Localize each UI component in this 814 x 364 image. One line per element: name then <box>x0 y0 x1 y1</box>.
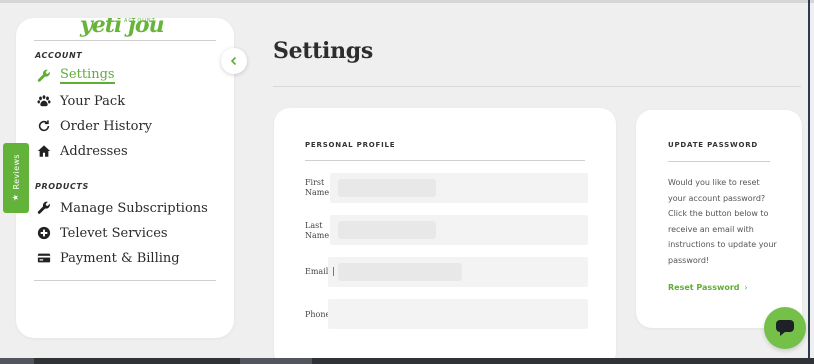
sidebar: yeti jou ACCOUNT ACCOUNT Settings Your P… <box>16 18 234 338</box>
header-divider <box>273 86 801 87</box>
chevron-right-icon: › <box>744 283 748 292</box>
sidebar-item-label: Manage Subscriptions <box>60 200 208 216</box>
chat-button[interactable] <box>764 307 806 349</box>
email-field[interactable] <box>328 257 588 287</box>
refresh-icon <box>36 118 52 134</box>
wrench-icon <box>36 200 52 216</box>
reviews-tab[interactable]: Reviews ★ <box>3 143 29 213</box>
sidebar-item-label: Payment & Billing <box>60 250 180 266</box>
paw-icon <box>36 93 52 109</box>
sidebar-item-televet-services[interactable]: Televet Services <box>36 223 168 243</box>
taskbar-segment <box>0 358 34 364</box>
last-name-field[interactable] <box>330 215 588 245</box>
sidebar-item-label: Your Pack <box>60 93 126 109</box>
taskbar-segment <box>240 358 312 364</box>
card-divider <box>668 161 770 162</box>
sidebar-item-manage-subscriptions[interactable]: Manage Subscriptions <box>36 198 208 218</box>
credit-card-icon <box>36 250 52 266</box>
personal-profile-card: PERSONAL PROFILE First Name Last Name Em… <box>274 108 616 364</box>
window-right-border <box>808 0 810 364</box>
sidebar-item-your-pack[interactable]: Your Pack <box>36 91 125 111</box>
reviews-tab-label: Reviews <box>11 153 21 190</box>
sidebar-item-order-history[interactable]: Order History <box>36 116 152 136</box>
sidebar-item-label: Order History <box>60 118 153 134</box>
sidebar-item-label: Televet Services <box>60 225 168 241</box>
sidebar-item-addresses[interactable]: Addresses <box>36 141 128 161</box>
update-password-card: UPDATE PASSWORD Would you like to reset … <box>636 110 802 328</box>
star-icon: ★ <box>11 194 21 202</box>
card-divider <box>305 160 585 161</box>
text-caret <box>333 267 334 276</box>
first-name-value <box>338 179 436 197</box>
plus-circle-icon <box>36 225 52 241</box>
update-password-description: Would you like to reset your account pas… <box>668 178 777 265</box>
card-title: UPDATE PASSWORD <box>668 141 759 149</box>
sidebar-section-account: ACCOUNT <box>35 51 83 60</box>
last-name-value <box>338 221 436 239</box>
brand-logo-sub: ACCOUNT <box>124 18 156 24</box>
sidebar-item-settings[interactable]: Settings <box>36 66 115 86</box>
sidebar-item-payment-billing[interactable]: Payment & Billing <box>36 248 180 268</box>
sidebar-item-label: Settings <box>60 67 115 84</box>
card-title: PERSONAL PROFILE <box>305 141 396 149</box>
sidebar-item-label: Addresses <box>60 143 128 159</box>
reset-password-label: Reset Password <box>668 283 740 292</box>
sidebar-section-products: PRODUCTS <box>35 182 89 191</box>
collapse-sidebar-button[interactable] <box>221 48 247 74</box>
window-top-border <box>0 0 814 3</box>
phone-field[interactable] <box>328 299 588 329</box>
home-icon <box>36 143 52 159</box>
wrench-icon <box>36 68 52 84</box>
email-value <box>338 263 462 281</box>
chat-bubble-icon <box>776 320 794 336</box>
sidebar-divider <box>34 40 216 41</box>
taskbar <box>0 358 814 364</box>
chevron-left-icon <box>230 56 237 66</box>
first-name-field[interactable] <box>330 173 588 203</box>
page-title: Settings <box>273 38 373 64</box>
sidebar-divider <box>34 280 216 281</box>
reset-password-link[interactable]: Reset Password › <box>668 283 748 292</box>
